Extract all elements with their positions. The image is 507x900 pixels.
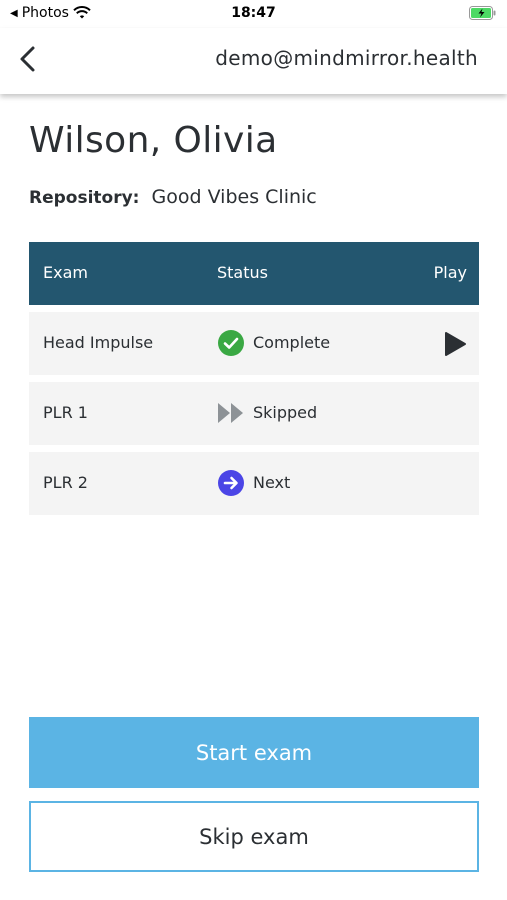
status-bar: ◀ Photos 18:47 [0,0,507,28]
repository-line: Repository: Good Vibes Clinic [29,186,317,208]
repository-label: Repository: [29,188,140,208]
skip-exam-button[interactable]: Skip exam [29,801,479,872]
status-label: Skipped [253,403,318,422]
fast-forward-icon [218,403,243,423]
check-circle-icon [218,330,244,356]
play-icon[interactable] [443,331,467,357]
battery-icon [469,6,497,24]
exam-name: Head Impulse [43,333,154,352]
exam-table: Exam Status Play Head Impulse Complete P… [29,242,479,515]
status-label: Complete [253,333,331,352]
exam-name: PLR 1 [43,403,88,422]
table-row: PLR 2 Next [29,452,479,515]
header-exam: Exam [43,263,88,282]
account-email: demo@mindmirror.health [215,46,478,70]
exam-name: PLR 2 [43,473,88,492]
clock: 18:47 [231,5,276,21]
status-label: Next [253,473,291,492]
table-row: PLR 1 Skipped [29,382,479,445]
chevron-left-icon [20,46,35,72]
back-button[interactable] [14,42,44,76]
repository-value: Good Vibes Clinic [151,186,317,208]
arrow-right-circle-icon [218,470,244,496]
header-play: Play [433,263,467,282]
header-status: Status [217,263,268,282]
table-row: Head Impulse Complete [29,312,479,375]
patient-name: Wilson, Olivia [29,120,278,161]
start-exam-button[interactable]: Start exam [29,717,479,788]
table-header: Exam Status Play [29,242,479,305]
nav-bar: demo@mindmirror.health [0,28,507,94]
